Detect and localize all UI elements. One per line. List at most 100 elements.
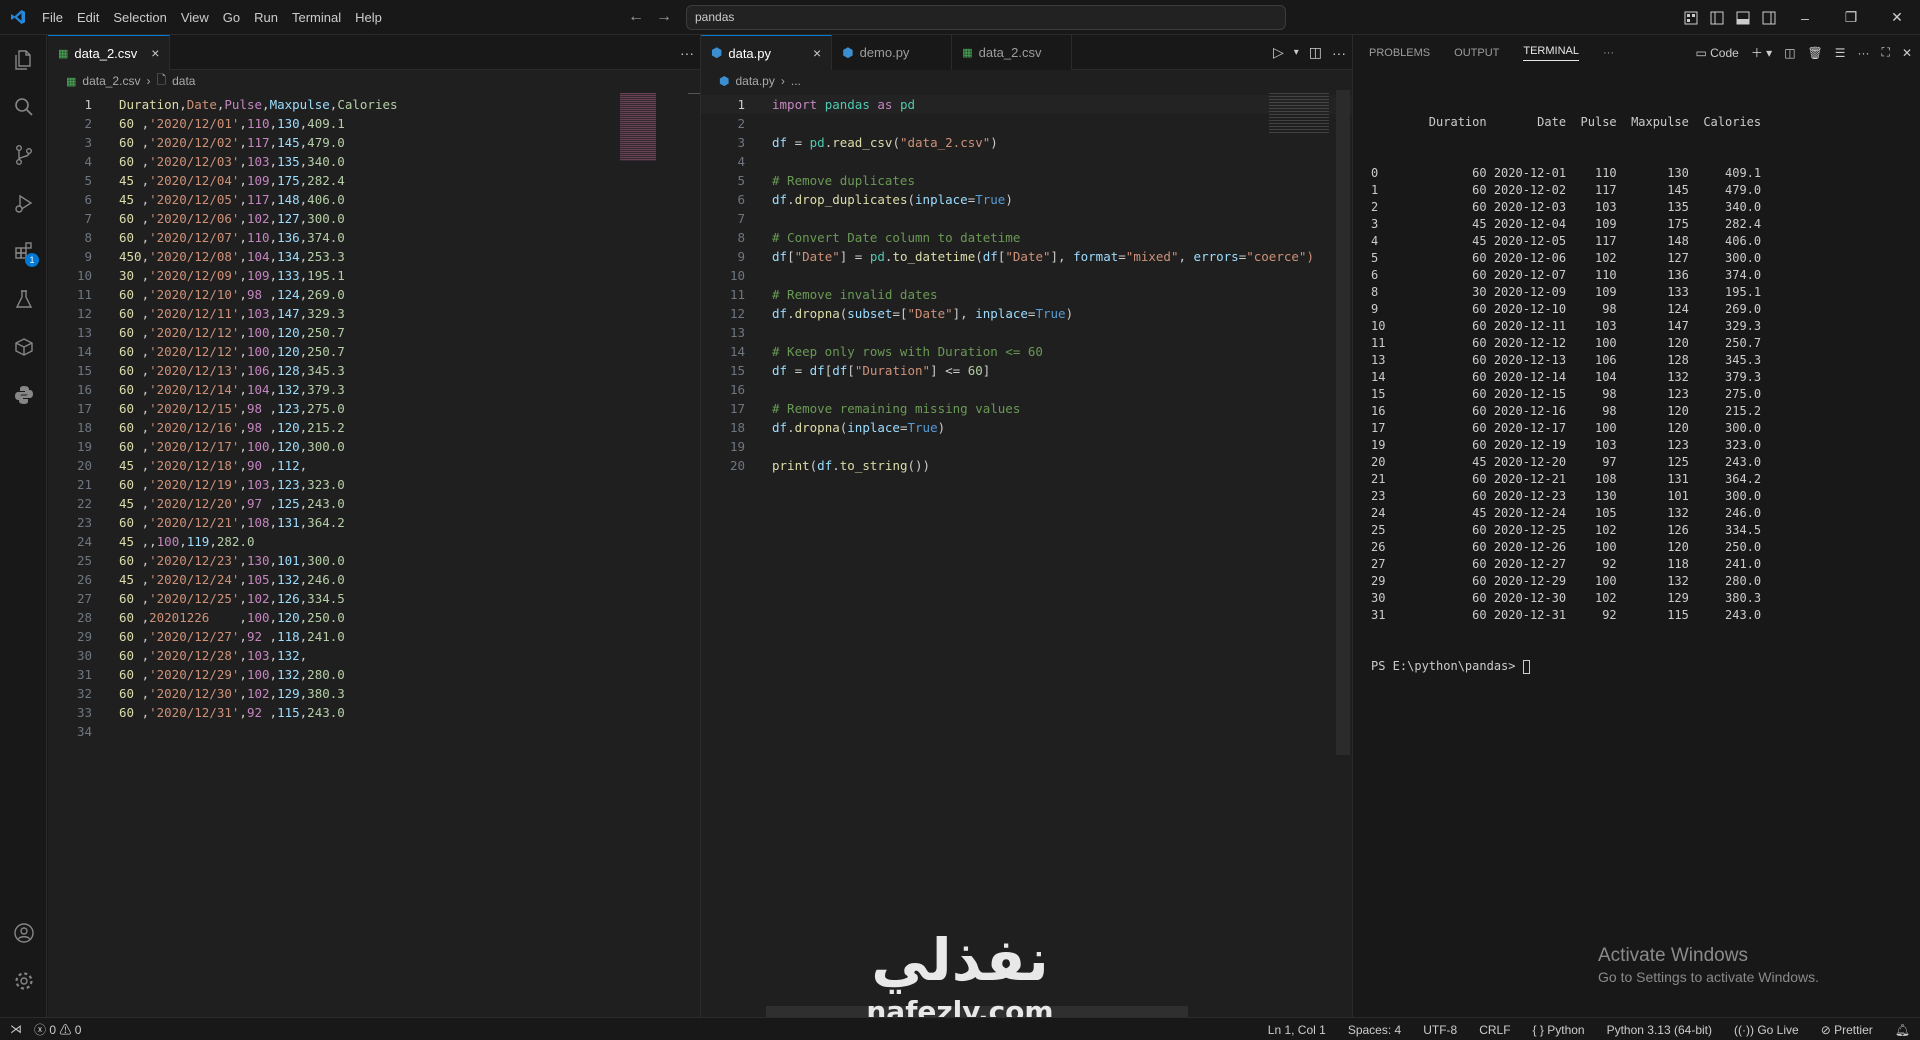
forward-arrow-icon[interactable]: → <box>656 8 672 26</box>
new-terminal-icon[interactable]: ＋ ▾ <box>1751 44 1772 61</box>
close-window-icon[interactable]: ✕ <box>1874 0 1920 35</box>
line-text: 45 ,'2020/12/20',97 ,125,243.0 <box>92 494 345 513</box>
menu-go[interactable]: Go <box>216 0 247 35</box>
accounts-icon[interactable] <box>0 909 47 957</box>
menu-file[interactable]: File <box>35 0 70 35</box>
tab-data-py[interactable]: ⬢ data.py × <box>701 35 833 70</box>
settings-gear-icon[interactable] <box>0 957 47 1005</box>
left-tab-bar: ▦ data_2.csv × ··· <box>48 35 700 70</box>
csv-cell: 20201226 <box>149 610 240 625</box>
language-label: Python <box>1547 1022 1585 1037</box>
clear-terminal-icon[interactable]: ☰ <box>1835 46 1846 60</box>
restore-icon[interactable]: ❐ <box>1828 0 1874 35</box>
close-panel-icon[interactable]: ✕ <box>1902 46 1912 60</box>
code-line: 1 Duration,Date,Pulse,Maxpulse,Calories <box>48 95 700 114</box>
kill-terminal-icon[interactable]: 🗑 <box>1808 46 1823 60</box>
csv-cell: 323.0 <box>307 477 345 492</box>
back-arrow-icon[interactable]: ← <box>628 8 644 26</box>
csv-cell: 253.3 <box>307 249 345 264</box>
run-debug-icon[interactable] <box>0 179 47 227</box>
customize-layout-icon[interactable] <box>1678 0 1704 35</box>
explorer-icon[interactable] <box>0 35 47 83</box>
prettier-button[interactable]: ⊘ Prettier <box>1821 1023 1873 1037</box>
cursor-position[interactable]: Ln 1, Col 1 <box>1268 1023 1326 1037</box>
python-interpreter[interactable]: Python 3.13 (64-bit) <box>1607 1023 1712 1037</box>
tab-data-2-csv[interactable]: ▦ data_2.csv × <box>48 35 171 70</box>
menu-selection[interactable]: Selection <box>106 0 173 35</box>
toggle-secondary-sidebar-icon[interactable] <box>1756 0 1782 35</box>
search-icon[interactable] <box>0 83 47 131</box>
terminal-rows: 0 60 2020-12-01 110 130 409.1 1 60 2020-1… <box>1371 165 1920 624</box>
csv-cell: 45 <box>119 496 142 511</box>
tab-demo-py[interactable]: ⬢ demo.py <box>832 35 953 70</box>
menu-run[interactable]: Run <box>247 0 285 35</box>
minimap[interactable] <box>620 93 656 161</box>
tab-output[interactable]: OUTPUT <box>1454 47 1499 59</box>
code-token: pd <box>809 135 825 150</box>
terminal-output[interactable]: Duration Date Pulse Maxpulse Calories 0 … <box>1353 70 1920 709</box>
csv-code-area[interactable]: 1 Duration,Date,Pulse,Maxpulse,Calories 2 6… <box>48 92 700 741</box>
menu-view[interactable]: View <box>174 0 216 35</box>
encoding[interactable]: UTF-8 <box>1423 1023 1457 1037</box>
line-number: 2 <box>737 116 745 131</box>
end-of-line[interactable]: CRLF <box>1479 1023 1510 1037</box>
csv-cell: 300.0 <box>307 439 345 454</box>
notifications-bell-icon[interactable]: 🔔︎ <box>1895 1023 1910 1037</box>
more-actions-icon[interactable]: ··· <box>1858 46 1870 60</box>
minimap[interactable] <box>1269 93 1329 133</box>
more-actions-icon[interactable]: ··· <box>680 45 694 61</box>
right-editor-actions: ▷ ▾ ◫ ··· <box>1273 35 1346 70</box>
python-icon[interactable] <box>0 371 47 419</box>
line-number: 12 <box>76 306 92 321</box>
split-terminal-icon[interactable]: ◫ <box>1784 46 1795 60</box>
run-python-file-icon[interactable]: ▷ <box>1273 44 1284 61</box>
breadcrumb-symbol[interactable]: ... <box>791 74 801 88</box>
vertical-scrollbar[interactable] <box>1336 90 1350 755</box>
remote-indicator-icon[interactable]: ⋊ <box>10 1022 22 1036</box>
language-mode[interactable]: { } Python <box>1533 1023 1585 1037</box>
close-tab-icon[interactable]: × <box>813 45 821 61</box>
breadcrumb-file[interactable]: data_2.csv <box>82 74 140 88</box>
code-line: 18 60 ,'2020/12/16',98 ,120,215.2 <box>48 418 700 437</box>
status-left: ⋊ ⓧ 0 ⚠ 0 <box>0 1021 81 1038</box>
python-code-area[interactable]: 1 import pandas as pd 2 3 df = pd.read_csv("… <box>701 92 1352 475</box>
terminal-row: 10 60 2020-12-11 103 147 329.3 <box>1371 319 1762 333</box>
split-editor-icon[interactable]: ◫ <box>1309 44 1322 61</box>
csv-cell: '2020/12/28' <box>149 648 240 663</box>
menu-terminal[interactable]: Terminal <box>285 0 348 35</box>
menu-help[interactable]: Help <box>348 0 389 35</box>
extensions-icon[interactable]: 1 <box>0 227 47 275</box>
csv-cell: 120 <box>277 610 300 625</box>
chevron-down-icon[interactable]: ▾ <box>1294 47 1299 58</box>
command-center-search[interactable]: pandas <box>686 5 1286 30</box>
more-actions-icon[interactable]: ··· <box>1332 45 1346 61</box>
code-token: df <box>772 363 788 378</box>
menu-edit[interactable]: Edit <box>70 0 106 35</box>
indentation[interactable]: Spaces: 4 <box>1348 1023 1401 1037</box>
tab-data-2-csv-preview[interactable]: ▦ data_2.csv <box>952 35 1073 70</box>
terminal-row: 29 60 2020-12-29 100 132 280.0 <box>1371 574 1762 588</box>
tab-problems[interactable]: PROBLEMS <box>1369 47 1430 59</box>
line-text: 60 ,'2020/12/12',100,120,250.7 <box>92 342 345 361</box>
testing-icon[interactable] <box>0 275 47 323</box>
close-tab-icon[interactable]: × <box>151 45 159 61</box>
csv-comma: , <box>269 686 278 701</box>
terminal-launch-profile[interactable]: ▭ Code <box>1695 46 1738 60</box>
breadcrumb-file[interactable]: data.py <box>735 74 774 88</box>
toggle-panel-icon[interactable] <box>1730 0 1756 35</box>
source-control-icon[interactable] <box>0 131 47 179</box>
minimize-icon[interactable]: – <box>1782 0 1828 35</box>
remote-explorer-icon[interactable] <box>0 323 47 371</box>
more-tabs-icon[interactable]: ··· <box>1603 47 1614 59</box>
csv-comma: , <box>269 496 278 511</box>
maximize-panel-icon[interactable]: ⛶ <box>1882 45 1890 60</box>
breadcrumb-symbol[interactable]: data <box>172 74 195 88</box>
tab-terminal[interactable]: TERMINAL <box>1523 45 1579 61</box>
line-number: 29 <box>76 629 92 644</box>
code-line: 34 <box>48 722 700 741</box>
problems-indicator[interactable]: ⓧ 0 ⚠ 0 <box>34 1021 81 1038</box>
go-live-label: Go Live <box>1757 1022 1799 1037</box>
toggle-primary-sidebar-icon[interactable] <box>1704 0 1730 35</box>
go-live-button[interactable]: ((·)) Go Live <box>1734 1023 1799 1037</box>
line-number: 20 <box>729 458 745 473</box>
